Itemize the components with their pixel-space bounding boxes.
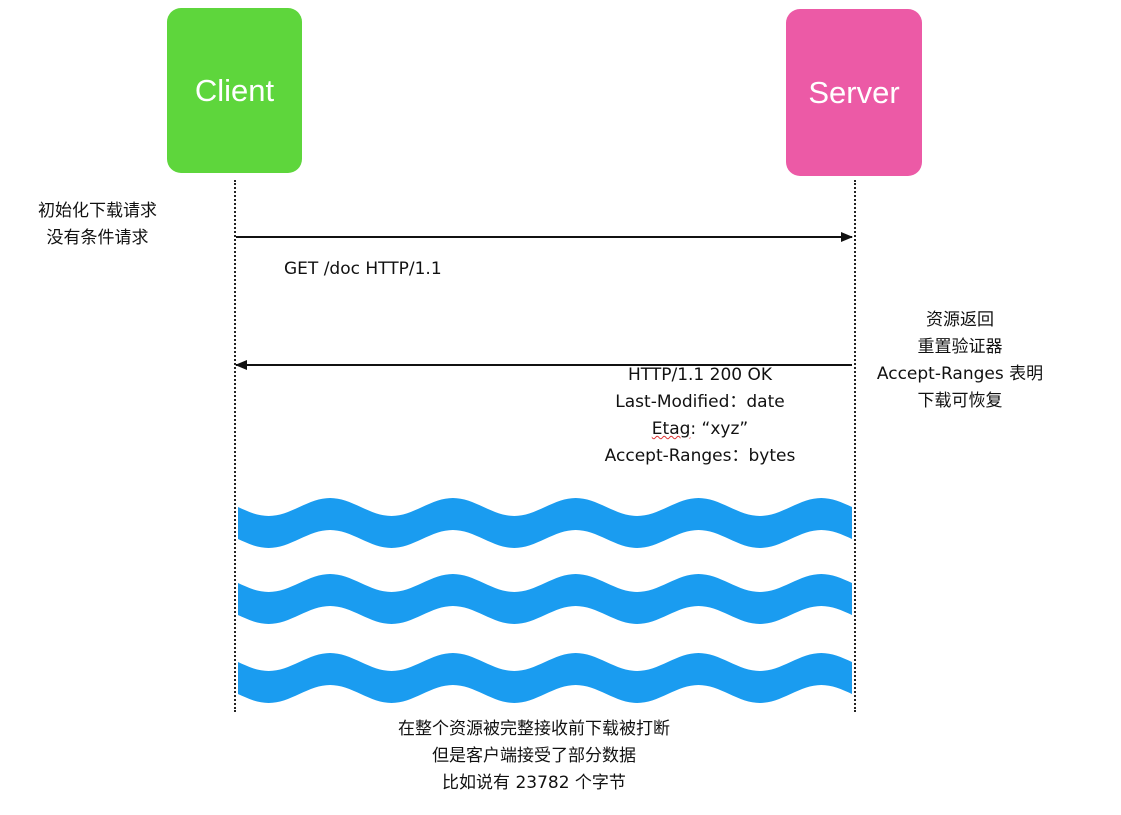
request-label: GET /doc HTTP/1.1 [284, 259, 442, 279]
wave-band-1 [238, 498, 852, 548]
client-note-line-1: 初始化下载请求 [38, 201, 157, 221]
interruption-waves [238, 498, 852, 703]
wave-band-3 [238, 653, 852, 703]
etag-value: : “xyz” [690, 419, 749, 439]
server-note-line-2: 重置验证器 [917, 337, 1003, 357]
client-note-line-2: 没有条件请求 [46, 228, 149, 248]
bottom-note-line-2: 但是客户端接受了部分数据 [432, 746, 636, 766]
etag-key: Etag [651, 419, 691, 439]
response-status: HTTP/1.1 200 OK [627, 365, 773, 385]
response-etag: Etag: “xyz” [580, 416, 820, 443]
bottom-note-line-1: 在整个资源被完整接收前下载被打断 [398, 719, 670, 739]
client-note: 初始化下载请求 没有条件请求 [38, 198, 157, 252]
wave-band-2 [238, 574, 852, 624]
bottom-note-line-3: 比如说有 23782 个字节 [442, 773, 626, 793]
server-note: 资源返回 重置验证器 Accept-Ranges 表明 下载可恢复 [860, 307, 1060, 415]
response-accept-ranges: Accept-Ranges：bytes [604, 446, 796, 466]
server-note-line-3: Accept-Ranges 表明 [876, 364, 1044, 384]
response-last-modified: Last-Modified：date [615, 392, 785, 412]
server-note-line-4: 下载可恢复 [917, 391, 1003, 411]
bottom-note: 在整个资源被完整接收前下载被打断 但是客户端接受了部分数据 比如说有 23782… [334, 716, 734, 797]
response-headers: HTTP/1.1 200 OK Last-Modified：date Etag:… [580, 362, 820, 470]
server-note-line-1: 资源返回 [926, 310, 994, 330]
